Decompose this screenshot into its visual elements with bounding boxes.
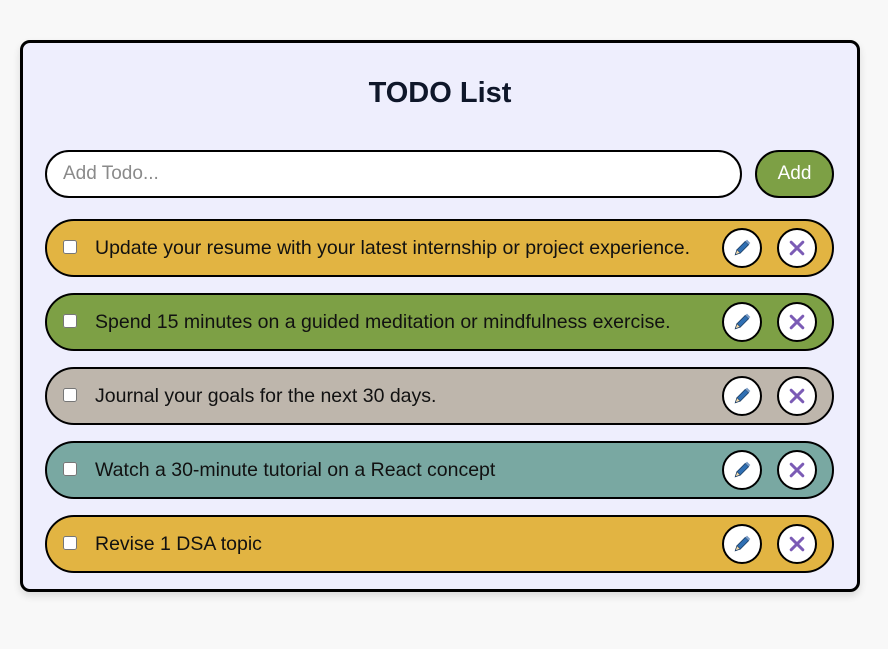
delete-button[interactable] [777,450,817,490]
close-icon [787,460,807,480]
todo-text: Update your resume with your latest inte… [95,237,691,259]
delete-button[interactable] [777,524,817,564]
todo-item: Revise 1 DSA topic [45,515,834,573]
todo-text: Watch a 30-minute tutorial on a React co… [95,459,496,481]
add-todo-input[interactable] [45,150,742,198]
todo-item: Journal your goals for the next 30 days. [45,367,834,425]
delete-button[interactable] [777,376,817,416]
todo-checkbox[interactable] [63,388,77,402]
close-icon [787,238,807,258]
edit-button[interactable] [722,376,762,416]
delete-button[interactable] [777,228,817,268]
pencil-icon [732,238,752,258]
page-title: TODO List [368,77,512,109]
todo-item: Update your resume with your latest inte… [45,219,834,277]
close-icon [787,534,807,554]
close-icon [787,312,807,332]
todo-text: Revise 1 DSA topic [95,533,262,555]
todo-text: Spend 15 minutes on a guided meditation … [95,311,671,333]
delete-button[interactable] [777,302,817,342]
todo-checkbox[interactable] [63,240,77,254]
todo-text: Journal your goals for the next 30 days. [95,385,437,407]
edit-button[interactable] [722,524,762,564]
edit-button[interactable] [722,228,762,268]
todo-checkbox[interactable] [63,314,77,328]
edit-button[interactable] [722,450,762,490]
add-button[interactable]: Add [755,150,834,198]
close-icon [787,386,807,406]
todo-checkbox[interactable] [63,462,77,476]
pencil-icon [732,386,752,406]
todo-item: Watch a 30-minute tutorial on a React co… [45,441,834,499]
todo-checkbox[interactable] [63,536,77,550]
todo-item: Spend 15 minutes on a guided meditation … [45,293,834,351]
edit-button[interactable] [722,302,762,342]
todo-list: Update your resume with your latest inte… [45,219,834,589]
pencil-icon [732,460,752,480]
pencil-icon [732,312,752,332]
pencil-icon [732,534,752,554]
todo-card: TODO List Add Update your resume with yo… [20,40,860,592]
